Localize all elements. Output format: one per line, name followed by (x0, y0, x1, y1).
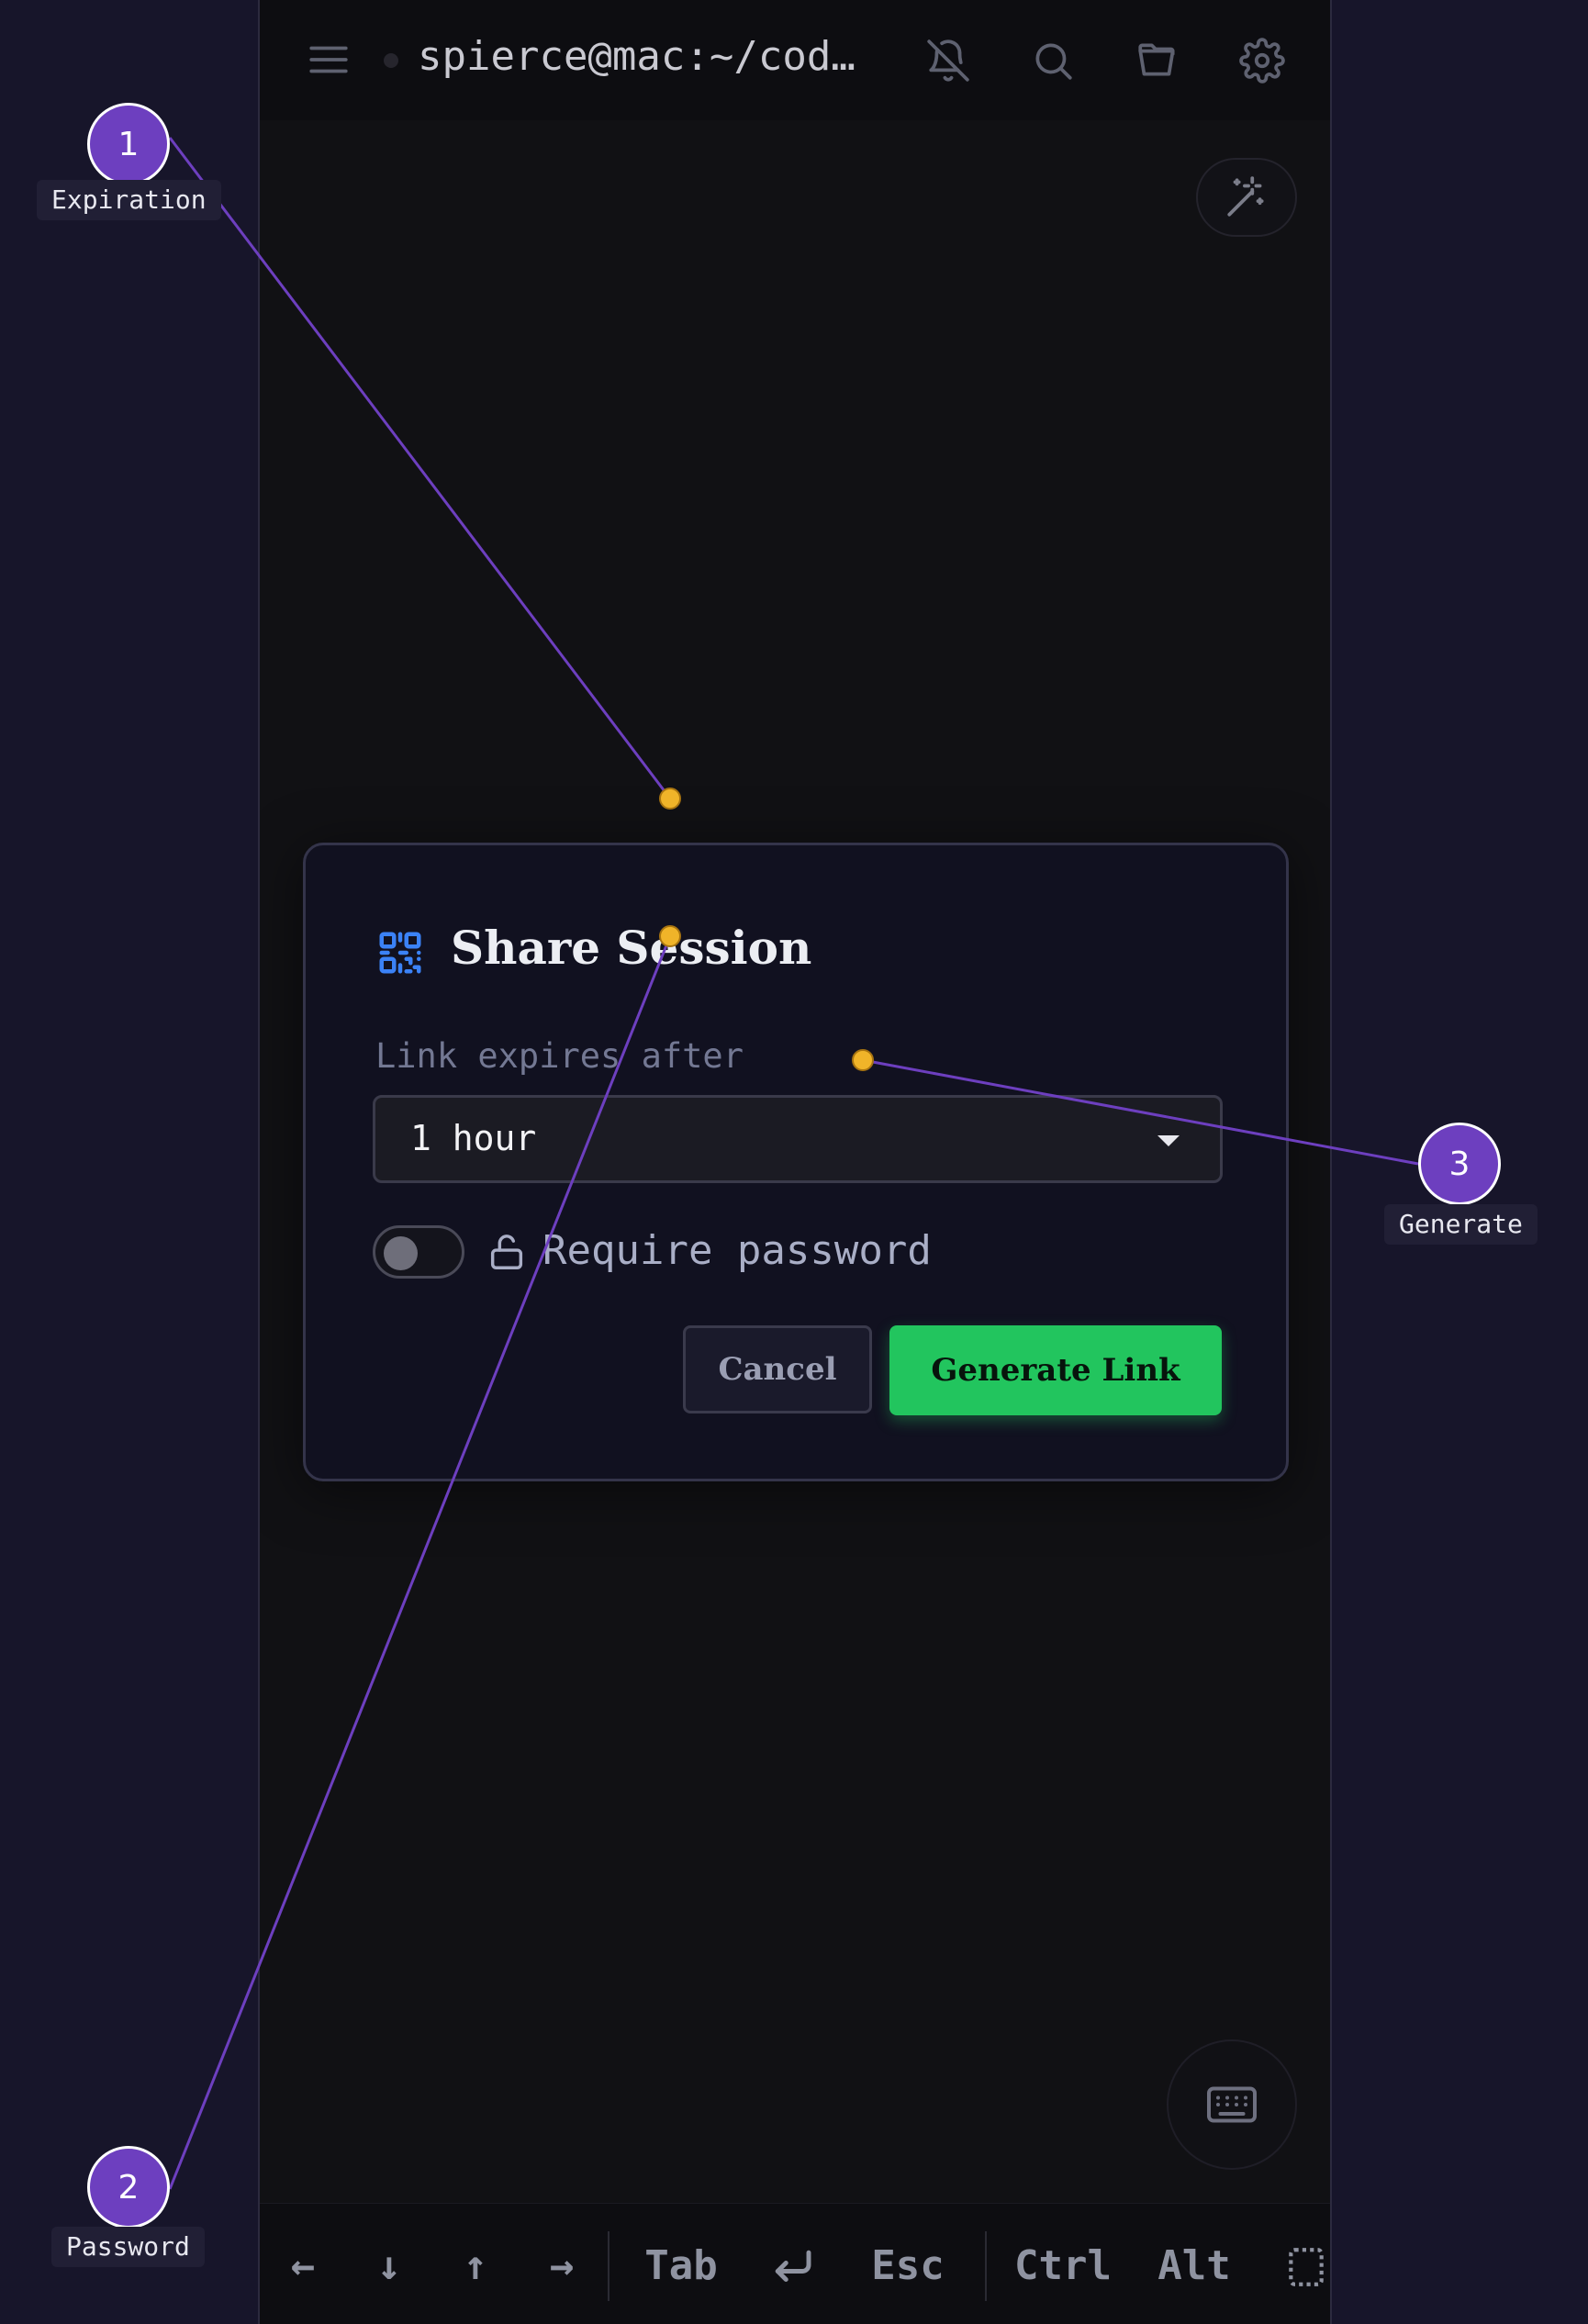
keyboard-icon[interactable] (1167, 2039, 1297, 2170)
key-tab[interactable]: Tab (631, 2239, 732, 2294)
callout-label-3: Generate (1384, 1204, 1538, 1245)
callout-label-1: Expiration (37, 180, 221, 220)
key-ctrl[interactable]: Ctrl (1003, 2239, 1123, 2294)
callout-badge-3: 3 (1418, 1123, 1501, 1205)
folder-open-icon[interactable] (1132, 35, 1183, 86)
magic-wand-icon[interactable] (1196, 158, 1297, 237)
unlock-icon (486, 1231, 528, 1273)
key-alt[interactable]: Alt (1148, 2239, 1240, 2294)
search-icon[interactable] (1027, 35, 1079, 86)
dialog-title: Share Session (451, 921, 812, 975)
bell-off-icon[interactable] (923, 35, 974, 86)
require-password-toggle[interactable] (373, 1225, 464, 1279)
annotated-screenshot: spierce@mac:~/code/... Share Session L (0, 0, 1588, 2324)
connection-status-dot (384, 53, 398, 68)
generate-link-button[interactable]: Generate Link (889, 1325, 1222, 1415)
callout-badge-1: 1 (87, 103, 170, 185)
more-keys-icon[interactable] (1279, 2239, 1330, 2294)
gear-icon[interactable] (1236, 35, 1288, 86)
expiry-selected-value: 1 hour (410, 1118, 537, 1158)
menu-icon[interactable] (306, 37, 352, 83)
key-arrow-down[interactable]: ↓ (357, 2239, 421, 2294)
key-arrow-up[interactable]: ↑ (443, 2239, 508, 2294)
key-arrow-left[interactable]: ← (271, 2239, 335, 2294)
key-esc[interactable]: Esc (862, 2239, 954, 2294)
key-separator (985, 2231, 987, 2301)
session-title[interactable]: spierce@mac:~/code/... (418, 33, 867, 80)
key-separator (608, 2231, 609, 2301)
key-arrow-right[interactable]: → (530, 2239, 594, 2294)
callout-label-2: Password (51, 2227, 205, 2267)
expiry-label: Link expires after (375, 1036, 744, 1076)
key-enter[interactable] (757, 2239, 827, 2294)
require-password-label: Require password (542, 1227, 932, 1274)
cancel-button[interactable]: Cancel (683, 1325, 872, 1413)
top-bar: spierce@mac:~/code/... (260, 0, 1330, 120)
chevron-down-icon (1157, 1135, 1180, 1146)
share-session-dialog: Share Session Link expires after 1 hour … (303, 843, 1289, 1481)
terminal-app: spierce@mac:~/code/... Share Session L (258, 0, 1332, 2324)
extra-keys-bar: ← ↓ ↑ → Tab Esc Ctrl Alt (260, 2203, 1330, 2324)
toggle-knob (384, 1236, 418, 1270)
expiry-select[interactable]: 1 hour (373, 1095, 1223, 1183)
qr-code-icon (375, 928, 425, 978)
callout-badge-2: 2 (87, 2146, 170, 2229)
